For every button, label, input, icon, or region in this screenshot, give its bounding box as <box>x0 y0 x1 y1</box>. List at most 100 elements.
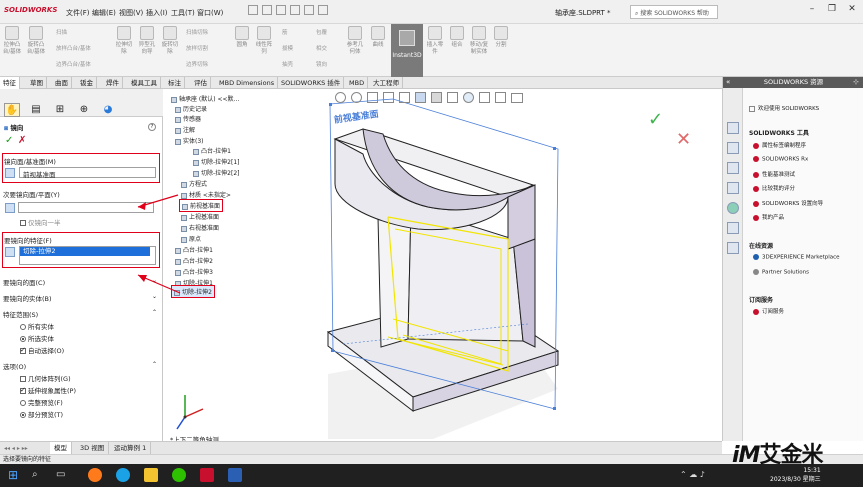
extrude-boss-button[interactable]: 拉伸凸台/基体 <box>2 26 22 55</box>
feature-manager-icon[interactable]: ✋ <box>4 103 20 117</box>
wechat-icon[interactable] <box>172 468 186 482</box>
fillet-button[interactable]: 圆角 <box>232 26 252 49</box>
display-pane-icon[interactable] <box>511 93 523 103</box>
tool-compare-score[interactable]: 比较我的评分 <box>753 184 795 192</box>
word-icon[interactable] <box>228 468 242 482</box>
ok-button[interactable]: ✓ <box>5 135 13 146</box>
geometry-pattern-checkbox[interactable] <box>20 376 26 382</box>
hide-show-items-icon[interactable] <box>447 92 458 103</box>
custom-properties-icon[interactable] <box>727 222 739 234</box>
shell-button[interactable]: 抽壳 <box>282 60 293 68</box>
tree-item-sensors[interactable]: 传感器 <box>175 114 201 123</box>
appearances-icon[interactable] <box>727 202 739 214</box>
menu-edit[interactable]: 编辑(E) <box>92 8 116 18</box>
apply-scene-icon[interactable] <box>479 92 490 103</box>
model-viewport[interactable] <box>163 89 722 441</box>
subscription-link[interactable]: 订阅服务 <box>753 307 784 315</box>
revolve-boss-button[interactable]: 旋转凸台/基体 <box>26 26 46 55</box>
mirror-half-option[interactable]: 仅镜向一半 <box>20 217 61 227</box>
plane-handle[interactable] <box>329 103 332 106</box>
tree-item-body[interactable]: 凸台-拉伸1 <box>193 146 231 155</box>
display-style-icon[interactable] <box>431 92 442 103</box>
solidworks-taskbar-icon[interactable] <box>200 468 214 482</box>
confirm-cancel-icon[interactable]: ✕ <box>676 129 691 150</box>
solidworks-logo[interactable]: SOLIDWORKS <box>4 6 57 14</box>
sweep-cut-button[interactable]: 扫描切除 <box>186 28 208 36</box>
edit-appearance-icon[interactable] <box>463 92 474 103</box>
loft-cut-button[interactable]: 放样切割 <box>186 44 208 52</box>
quick-access-toolbar[interactable] <box>248 5 348 19</box>
tool-setup-wizard[interactable]: SOLIDWORKS 设置向导 <box>753 199 823 207</box>
tab-sheet-metal[interactable]: 钣金 <box>77 77 97 89</box>
confirm-ok-icon[interactable]: ✓ <box>648 109 663 130</box>
insert-part-button[interactable]: 插入零件 <box>425 26 445 55</box>
file-explorer-icon[interactable] <box>144 468 158 482</box>
propagate-visual-option[interactable]: 延伸视象属性(P) <box>20 385 76 395</box>
zoom-area-icon[interactable] <box>351 92 362 103</box>
options-header[interactable]: 选项(O) <box>3 361 26 371</box>
tab-solidworks-addins[interactable]: SOLIDWORKS 插件 <box>278 77 345 89</box>
tool-property-tab-builder[interactable]: 属性标签编制程序 <box>753 141 806 149</box>
reference-geometry-button[interactable]: 参考几何体 <box>345 26 365 55</box>
boundary-cut-button[interactable]: 边界切除 <box>186 60 208 68</box>
zoom-to-fit-icon[interactable] <box>335 92 346 103</box>
property-manager-icon[interactable]: ▤ <box>28 103 44 117</box>
dimxpert-icon[interactable]: ⊕ <box>76 103 92 117</box>
tool-my-products[interactable]: 我的产品 <box>753 213 784 221</box>
tab-sketch[interactable]: 草图 <box>27 77 47 89</box>
draft-button[interactable]: 拔模 <box>282 44 293 52</box>
menu-file[interactable]: 文件(F) <box>66 8 90 18</box>
firefox-icon[interactable] <box>88 468 102 482</box>
tree-item-body[interactable]: 切除-拉伸2[2] <box>193 168 239 177</box>
tab-big-engineer[interactable]: 大工程师 <box>370 77 403 89</box>
menu-window[interactable]: 窗口(W) <box>197 8 223 18</box>
pin-icon[interactable]: ⊹ <box>853 78 859 86</box>
geometry-pattern-option[interactable]: 几何体阵列(G) <box>20 373 71 383</box>
online-partner-link[interactable]: Partner Solutions <box>753 269 809 276</box>
tab-markup[interactable]: 标注 <box>165 77 185 89</box>
propagate-visual-checkbox[interactable] <box>20 386 26 394</box>
view-settings-icon[interactable] <box>495 92 506 103</box>
tab-mold-tools[interactable]: 模具工具 <box>128 77 161 89</box>
mirror-plane-field[interactable]: 前视基准面 <box>19 167 156 179</box>
chevron-up-icon[interactable]: ⌃ <box>152 361 157 368</box>
design-library-icon[interactable] <box>727 142 739 154</box>
revolve-cut-button[interactable]: 旋转切除 <box>160 26 180 55</box>
mirror-button[interactable]: 镜向 <box>316 60 327 68</box>
edge-icon[interactable] <box>116 468 130 482</box>
menu-insert[interactable]: 插入(I) <box>146 8 168 18</box>
tool-performance-benchmark[interactable]: 性能基准测试 <box>753 170 795 178</box>
tray-icons[interactable]: ⌃ ☁ ♪ <box>680 470 705 479</box>
cancel-button[interactable]: ✗ <box>18 135 26 146</box>
windows-start-icon[interactable]: ⊞ <box>8 468 22 482</box>
scope-all-option[interactable]: 所有实体 <box>20 321 54 331</box>
menu-view[interactable]: 视图(V) <box>119 8 143 18</box>
boundary-boss-button[interactable]: 边界凸台/基体 <box>56 60 108 68</box>
tree-root[interactable]: 轴承座 (默认) <<默... <box>171 94 239 103</box>
scope-all-radio[interactable] <box>20 324 26 330</box>
welcome-link[interactable]: 欢迎使用 SOLIDWORKS <box>749 104 819 112</box>
online-marketplace-link[interactable]: 3DEXPERIENCE Marketplace <box>753 254 840 261</box>
curves-button[interactable]: 曲线 <box>368 26 388 49</box>
display-manager-icon[interactable]: ◕ <box>100 103 116 117</box>
help-icon[interactable]: ? <box>148 123 156 131</box>
plane-handle[interactable] <box>553 407 556 410</box>
intersect-button[interactable]: 相交 <box>316 44 327 52</box>
previous-view-icon[interactable] <box>367 92 378 103</box>
tab-mbd[interactable]: MBD <box>346 77 369 89</box>
split-button[interactable]: 分割 <box>491 26 511 49</box>
collapse-icon[interactable]: « <box>726 78 730 86</box>
full-preview-option[interactable]: 完整预览(F) <box>20 397 63 407</box>
bodies-to-mirror-header[interactable]: 要镜向的实体(B) <box>3 293 52 303</box>
plane-handle[interactable] <box>331 349 334 352</box>
auto-select-checkbox[interactable] <box>20 346 26 354</box>
feature-scope-header[interactable]: 特征范围(S) <box>3 309 38 319</box>
tab-scroll-icons[interactable]: ◂◂ ◂ ▸ ▸▸ <box>4 445 28 452</box>
search-icon[interactable]: ⌕ <box>32 468 46 482</box>
menu-tools[interactable]: 工具(T) <box>171 8 195 18</box>
extrude-cut-button[interactable]: 拉伸切除 <box>114 26 134 55</box>
tab-surfaces[interactable]: 曲面 <box>52 77 72 89</box>
scope-selected-radio[interactable] <box>20 336 26 342</box>
tree-item-annotations[interactable]: 注解 <box>175 125 195 134</box>
tab-mbd-dimensions[interactable]: MBD Dimensions <box>216 77 279 89</box>
